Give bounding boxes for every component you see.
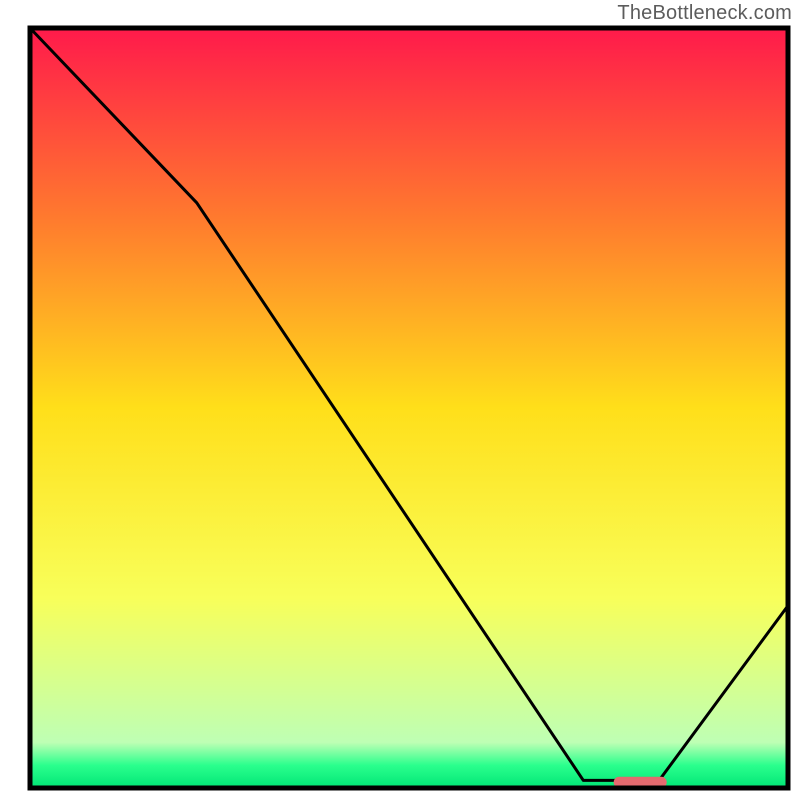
chart-stage: TheBottleneck.com <box>0 0 800 800</box>
bottleneck-chart <box>0 0 800 800</box>
gradient-background <box>30 28 788 788</box>
